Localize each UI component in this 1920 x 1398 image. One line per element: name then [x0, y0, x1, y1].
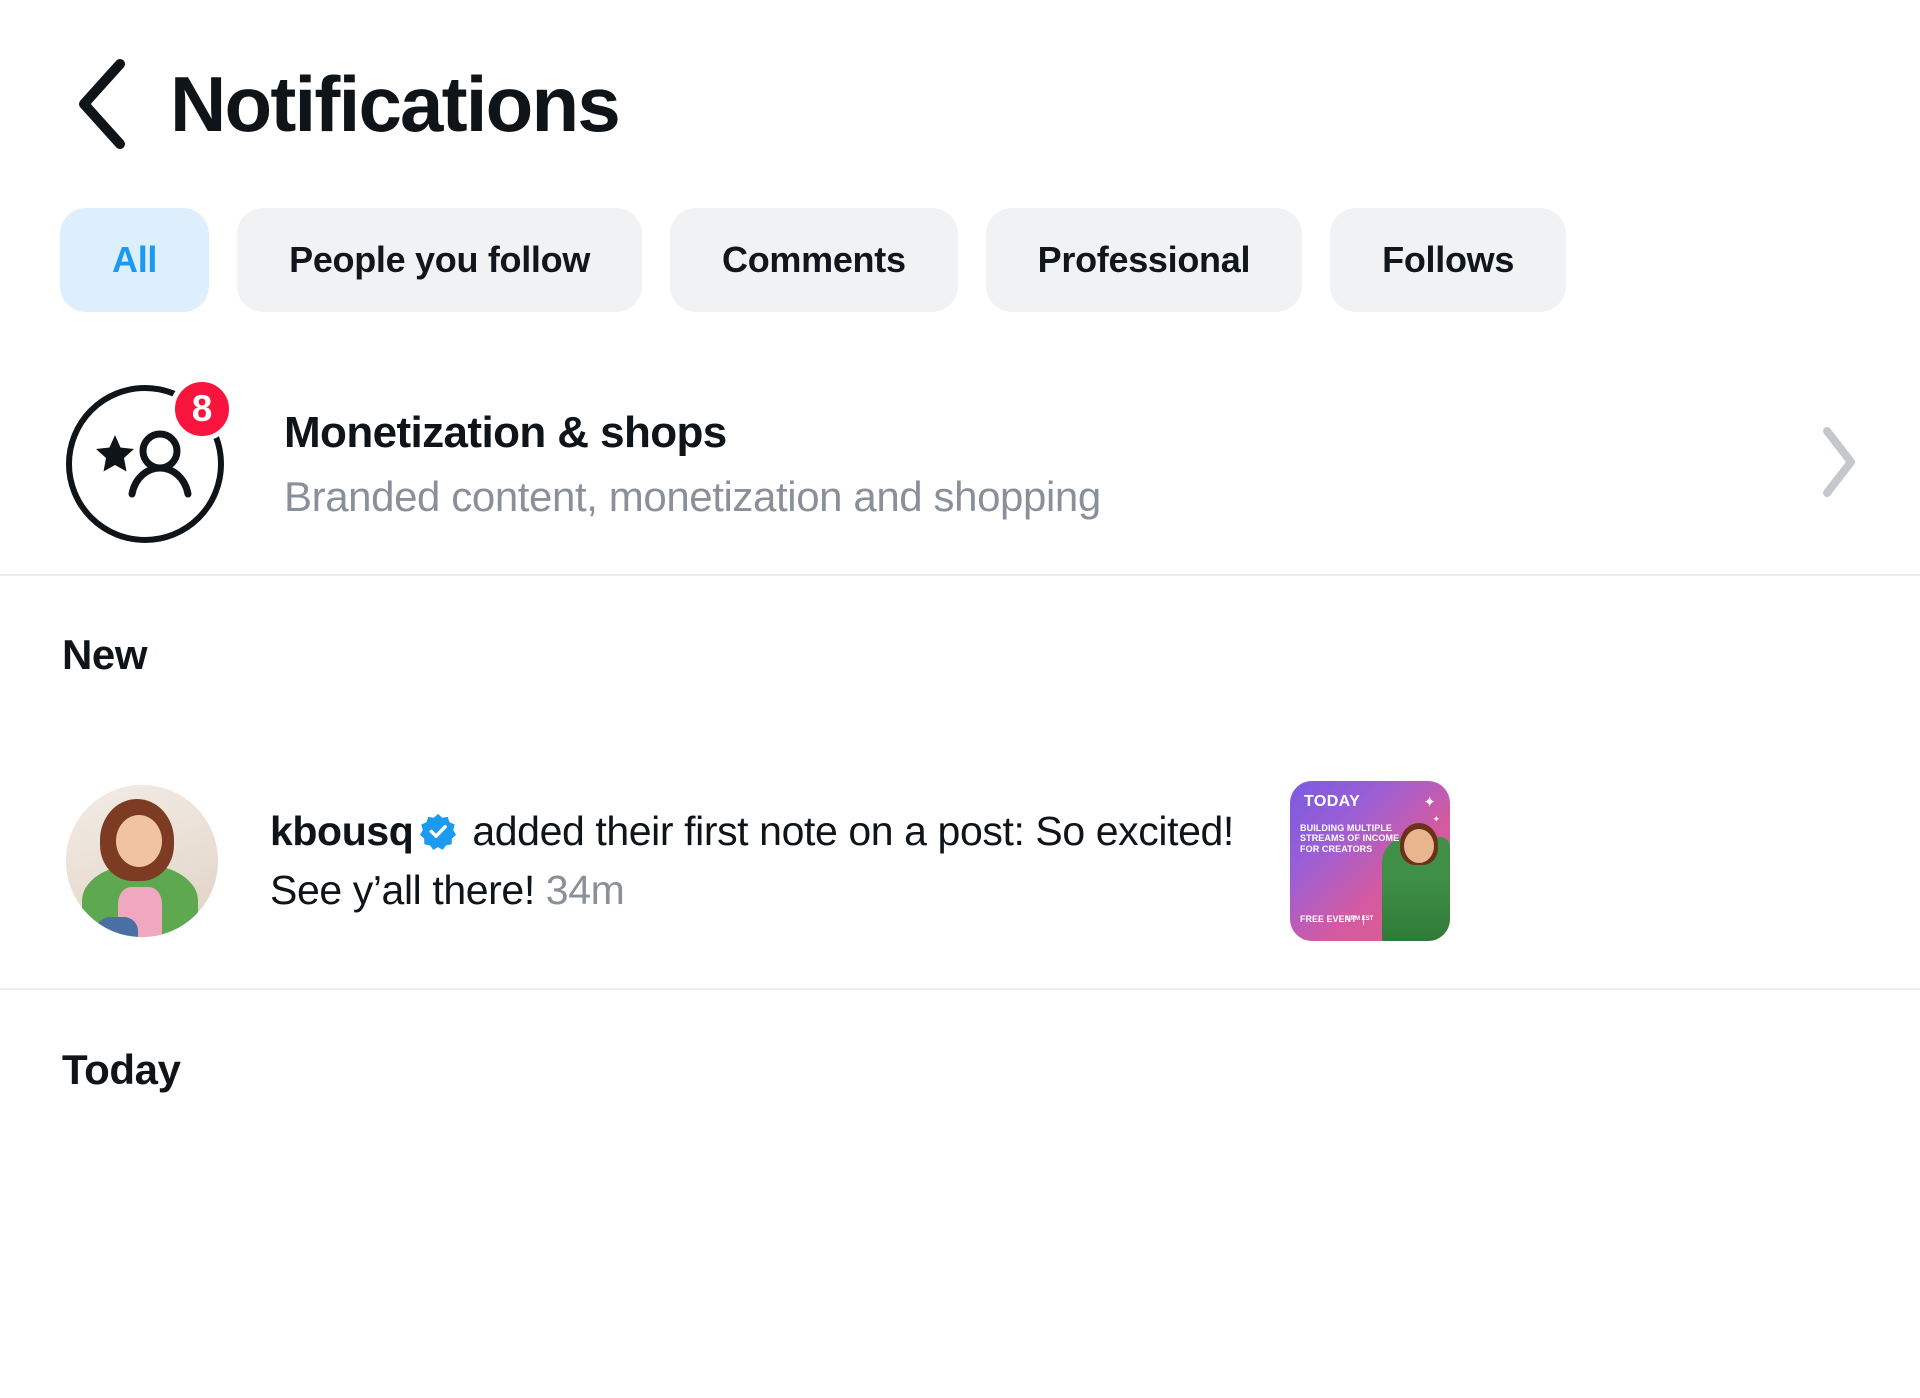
notifications-screen: Notifications All People you follow Comm… — [0, 0, 1920, 1398]
tab-follows[interactable]: Follows — [1330, 208, 1567, 312]
avatar-face — [116, 815, 162, 867]
back-button[interactable] — [70, 56, 144, 152]
sparkle-icon: ✦ — [1423, 794, 1436, 811]
thumbnail-headline: BUILDING MULTIPLE STREAMS OF INCOME FOR … — [1300, 823, 1404, 854]
chevron-left-icon — [70, 56, 134, 152]
post-thumbnail[interactable]: TODAY ✦ ✦ BUILDING MULTIPLE STREAMS OF I… — [1290, 781, 1450, 941]
monetization-subtitle: Branded content, monetization and shoppi… — [284, 473, 1101, 521]
monetization-text: Monetization & shops Branded content, mo… — [284, 408, 1814, 520]
filter-tabs[interactable]: All People you follow Comments Professio… — [0, 206, 1920, 314]
thumbnail-time-label: 1 PM EST — [1346, 916, 1374, 923]
thumbnail-person-head — [1404, 829, 1434, 863]
monetization-title: Monetization & shops — [284, 407, 727, 457]
page-header: Notifications — [0, 0, 1920, 170]
monetization-icon-wrap: 8 — [62, 377, 234, 547]
thumbnail-line-2: STREAMS OF INCOME — [1300, 833, 1400, 844]
section-new-label: New — [62, 631, 148, 678]
notification-username[interactable]: kbousq — [270, 808, 414, 854]
chevron-right-icon — [1817, 425, 1861, 504]
thumbnail-line-1: BUILDING MULTIPLE — [1300, 823, 1393, 833]
tab-professional[interactable]: Professional — [985, 208, 1303, 312]
tab-people-you-follow-label: People you follow — [289, 239, 591, 280]
notification-row[interactable]: kbousq added their first note on a post:… — [0, 734, 1920, 990]
tab-comments-label: Comments — [722, 239, 906, 280]
section-today-label: Today — [62, 1046, 181, 1093]
thumbnail-today-label: TODAY — [1304, 793, 1361, 810]
sparkle-small-icon: ✦ — [1432, 814, 1440, 824]
tab-follows-label: Follows — [1382, 239, 1515, 280]
verified-badge-icon — [419, 810, 457, 863]
thumbnail-line-3: FOR CREATORS — [1300, 843, 1373, 854]
section-header-today: Today — [0, 990, 1920, 1150]
tab-all[interactable]: All — [60, 208, 210, 312]
section-header-new: New — [0, 576, 1920, 734]
page-title: Notifications — [170, 60, 621, 148]
monetization-shops-row[interactable]: 8 Monetization & shops Branded content, … — [0, 354, 1920, 576]
notification-body: added their first note on a post: So exc… — [270, 808, 1234, 913]
tab-comments[interactable]: Comments — [670, 208, 958, 312]
unread-badge: 8 — [170, 377, 234, 441]
notification-text: kbousq added their first note on a post:… — [270, 805, 1290, 917]
avatar-jeans — [96, 917, 138, 937]
monetization-chevron[interactable] — [1814, 425, 1864, 504]
tab-professional-label: Professional — [1037, 239, 1251, 280]
tab-all-label: All — [112, 239, 158, 280]
avatar[interactable] — [66, 785, 218, 937]
notification-time: 34m — [545, 866, 625, 913]
tab-people-you-follow[interactable]: People you follow — [237, 208, 643, 312]
